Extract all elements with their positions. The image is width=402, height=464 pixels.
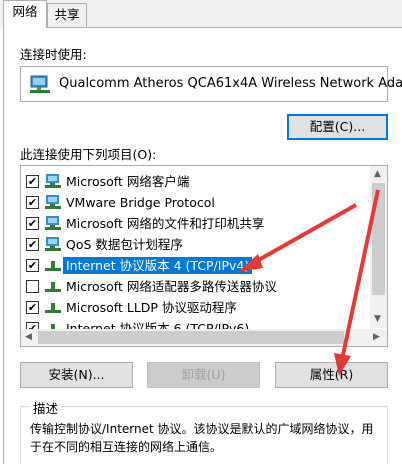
item-label: QoS 数据包计划程序: [66, 237, 183, 252]
item-label: VMware Bridge Protocol: [66, 195, 215, 210]
horizontal-scroll-thumb[interactable]: [38, 331, 344, 344]
horizontal-scrollbar[interactable]: ◀ ▶: [21, 329, 387, 346]
item-checkbox[interactable]: ✔: [26, 175, 39, 188]
item-label: Internet 协议版本 4 (TCP/IPv4): [63, 257, 253, 274]
uninstall-button[interactable]: 卸载(U): [147, 362, 260, 388]
item-checkbox[interactable]: [26, 280, 39, 293]
scroll-down-icon[interactable]: ▼: [374, 314, 381, 324]
protocol-icon: [45, 282, 61, 292]
items-list[interactable]: ✔ Microsoft 网络客户端 ✔ VMware Bridge Protoc…: [20, 165, 388, 347]
item-checkbox[interactable]: ✔: [26, 238, 39, 251]
description-text: 传输控制协议/Internet 协议。该协议是默认的广域网络协议，用于在不同的相…: [30, 422, 374, 454]
scroll-left-icon[interactable]: ◀: [25, 332, 32, 342]
network-service-icon: [45, 216, 61, 230]
list-item-selected[interactable]: ✔ Internet 协议版本 4 (TCP/IPv4): [21, 255, 373, 276]
list-item[interactable]: ✔ QoS 数据包计划程序: [21, 234, 373, 255]
properties-button[interactable]: 属性(R): [275, 362, 388, 388]
item-checkbox[interactable]: ✔: [26, 259, 39, 272]
list-item[interactable]: ✔ Microsoft 网络客户端: [21, 171, 373, 192]
install-button[interactable]: 安装(N)...: [20, 362, 133, 388]
network-service-icon: [45, 195, 61, 209]
tab-strip: 网络 共享: [0, 0, 402, 28]
vertical-scrollbar[interactable]: ▲ ▼: [370, 166, 387, 328]
item-checkbox[interactable]: ✔: [26, 217, 39, 230]
network-client-icon: [45, 174, 61, 188]
description-title: 描述: [30, 398, 62, 417]
list-item[interactable]: ✔ Microsoft 网络的文件和打印机共享: [21, 213, 373, 234]
network-adapter-icon: [30, 75, 50, 93]
item-label: Microsoft 网络适配器多路传送器协议: [66, 279, 277, 294]
list-item[interactable]: Microsoft 网络适配器多路传送器协议: [21, 276, 373, 297]
scroll-right-icon[interactable]: ▶: [373, 332, 380, 342]
tab-share[interactable]: 共享: [47, 3, 87, 27]
item-checkbox[interactable]: ✔: [26, 301, 39, 314]
protocol-icon: [45, 303, 61, 313]
list-item[interactable]: ✔ Microsoft LLDP 协议驱动程序: [21, 297, 373, 318]
items-list-label: 此连接使用下列项目(O):: [20, 147, 157, 162]
item-checkbox[interactable]: ✔: [26, 196, 39, 209]
adapter-box: Qualcomm Atheros QCA61x4A Wireless Netwo…: [20, 66, 402, 102]
configure-button[interactable]: 配置(C)...: [287, 114, 388, 140]
scroll-up-icon[interactable]: ▲: [374, 169, 381, 179]
list-item[interactable]: ✔ VMware Bridge Protocol: [21, 192, 373, 213]
protocol-icon: [45, 261, 61, 271]
item-label: Microsoft 网络的文件和打印机共享: [66, 216, 265, 231]
item-label: Microsoft LLDP 协议驱动程序: [66, 300, 237, 315]
item-label: Microsoft 网络客户端: [66, 174, 190, 189]
vertical-scroll-thumb[interactable]: [372, 183, 385, 295]
network-service-icon: [45, 237, 61, 251]
connect-using-label: 连接时使用:: [20, 47, 87, 62]
adapter-name: Qualcomm Atheros QCA61x4A Wireless Netwo…: [59, 76, 402, 91]
tab-network[interactable]: 网络: [3, 0, 47, 28]
